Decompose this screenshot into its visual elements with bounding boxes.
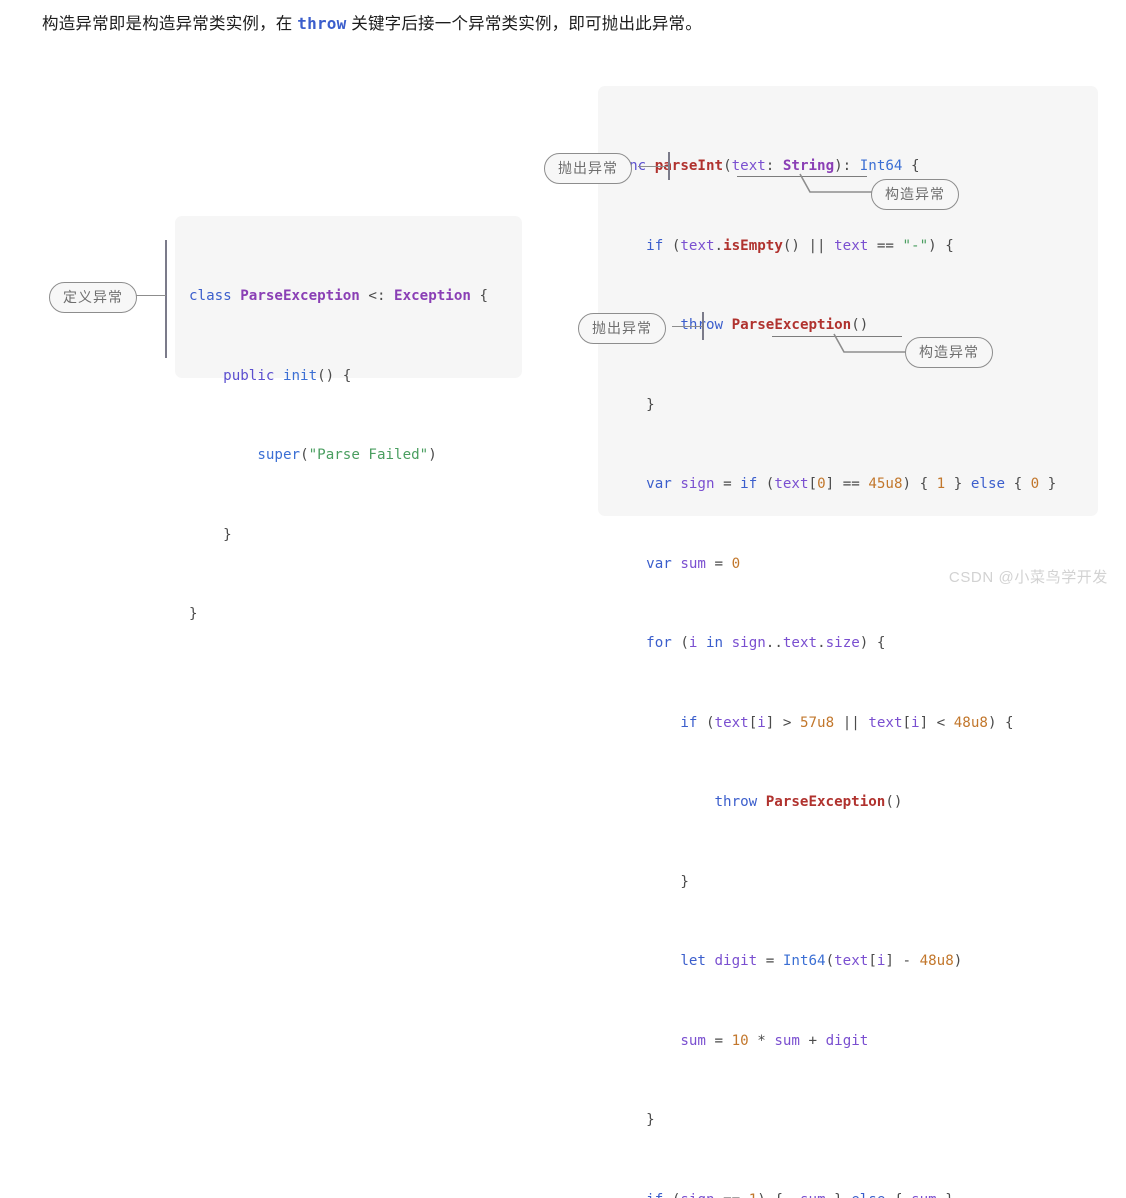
watermark: CSDN @小菜鸟学开发 [949,566,1108,587]
code-block-define-exception: class ParseException <: Exception { publ… [175,216,522,378]
code-line: class ParseException <: Exception { [189,283,522,310]
code-line: } [612,869,1098,896]
code-line: super("Parse Failed") [189,442,522,469]
annotation-throw-exception-2[interactable]: 抛出异常 [578,313,666,344]
code-line: } [612,1107,1098,1134]
code-line: if (sign == 1) { -sum } else { sum } [612,1187,1098,1198]
code-line: public init() { [189,363,522,390]
code-line: for (i in sign..text.size) { [612,630,1098,657]
code-line: if (text[i] > 57u8 || text[i] < 48u8) { [612,710,1098,737]
code-line: var sign = if (text[0] == 45u8) { 1 } el… [612,471,1098,498]
code-line: } [612,392,1098,419]
code-block-parse-int: func parseInt(text: String): Int64 { if … [598,86,1098,516]
page-title-part2: 关键字后接一个异常类实例，即可抛出此异常。 [346,15,701,33]
code-line: if (text.isEmpty() || text == "-") { [612,233,1098,260]
code-line: throw ParseException() [612,789,1098,816]
connector-throw-exception-2 [672,326,702,327]
code-line: let digit = Int64(text[i] - 48u8) [612,948,1098,975]
bracket-throw-exception-2 [702,312,704,340]
connector-define-exception [136,295,166,296]
page-title-part1: 构造异常即是构造异常类实例，在 [42,15,297,33]
code-line: sum = 10 * sum + digit [612,1028,1098,1055]
annotation-construct-exception-1[interactable]: 构造异常 [871,179,959,210]
page-title: 构造异常即是构造异常类实例，在 throw 关键字后接一个异常类实例，即可抛出此… [42,11,702,37]
connector-throw-exception-1 [638,166,668,167]
code-line: } [189,601,522,628]
annotation-define-exception[interactable]: 定义异常 [49,282,137,313]
bracket-throw-exception-1 [668,152,670,180]
bracket-define-exception [165,240,167,358]
code-line: } [189,522,522,549]
annotation-construct-exception-2[interactable]: 构造异常 [905,337,993,368]
annotation-throw-exception-1[interactable]: 抛出异常 [544,153,632,184]
page-title-keyword: throw [297,14,346,33]
